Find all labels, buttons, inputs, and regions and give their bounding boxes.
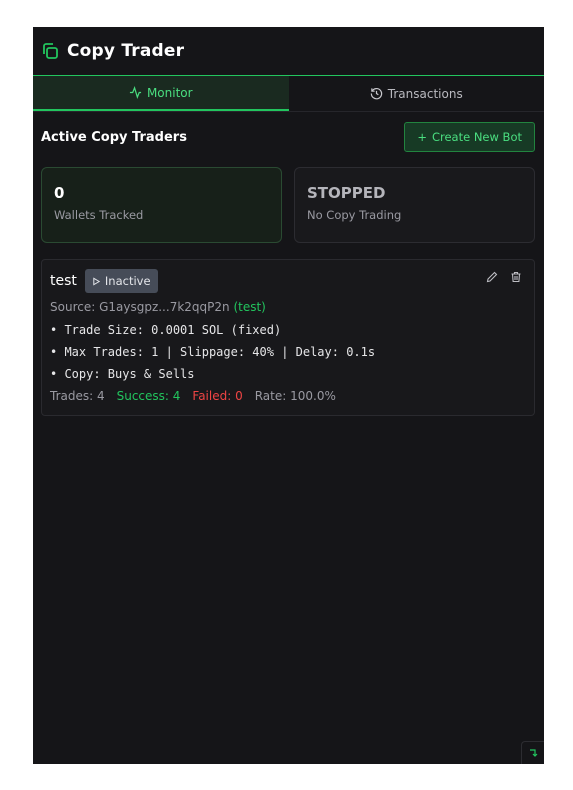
wallets-tracked-value: 0 (54, 184, 65, 202)
bot-name: test (50, 273, 77, 289)
create-new-bot-label: Create New Bot (431, 130, 522, 144)
bot-status-label: Inactive (104, 274, 151, 288)
bot-trades-count: Trades: 4 (50, 389, 105, 403)
bot-card: test Inactive Source: G1aysgpz...7k2qqP2… (41, 259, 535, 416)
bot-success-rate: Rate: 100.0% (254, 389, 336, 403)
bot-copy-mode: • Copy: Buys & Sells (50, 367, 195, 381)
bot-success-count: Success: 4 (116, 389, 181, 403)
tab-monitor-label: Monitor (146, 85, 193, 100)
bot-source-address: Source: G1aysgpz...7k2qqP2n (50, 300, 230, 314)
edit-icon[interactable] (486, 271, 498, 283)
panel-header: Copy Trader (33, 27, 544, 76)
wallets-tracked-card: 0 Wallets Tracked (41, 167, 282, 243)
activity-icon (129, 86, 142, 99)
app-title: Copy Trader (67, 41, 185, 61)
tab-transactions-label: Transactions (387, 86, 463, 101)
trash-icon[interactable] (510, 271, 522, 283)
bot-actions (486, 271, 522, 283)
stats-row: 0 Wallets Tracked STOPPED No Copy Tradin… (33, 154, 544, 243)
bot-source: Source: G1aysgpz...7k2qqP2n (test) (50, 300, 526, 314)
corner-action-button[interactable] (521, 741, 544, 764)
bot-header: test Inactive (50, 268, 526, 294)
plus-icon: + (417, 130, 427, 144)
bot-stats: Trades: 4 Success: 4 Failed: 0 Rate: 100… (50, 389, 526, 403)
bot-source-tag: (test) (233, 300, 266, 314)
bot-status-toggle[interactable]: Inactive (84, 269, 158, 293)
bot-trade-size: • Trade Size: 0.0001 SOL (fixed) (50, 323, 282, 337)
section-header: Active Copy Traders + Create New Bot (33, 112, 544, 154)
corner-arrow-icon (528, 748, 538, 758)
copy-icon (41, 42, 59, 60)
trading-status-card: STOPPED No Copy Trading (294, 167, 535, 243)
bot-trade-limits: • Max Trades: 1 | Slippage: 40% | Delay:… (50, 345, 376, 359)
trading-status-label: No Copy Trading (307, 208, 402, 222)
copy-trader-panel: Copy Trader Monitor Transactions Active … (33, 27, 544, 764)
section-title: Active Copy Traders (41, 129, 187, 145)
tab-transactions[interactable]: Transactions (289, 76, 545, 111)
tab-bar: Monitor Transactions (33, 76, 544, 112)
play-icon (92, 276, 101, 286)
history-icon (370, 87, 383, 100)
tab-monitor[interactable]: Monitor (33, 76, 289, 111)
wallets-tracked-label: Wallets Tracked (54, 208, 144, 222)
trading-status-value: STOPPED (307, 184, 386, 202)
create-new-bot-button[interactable]: + Create New Bot (404, 122, 535, 152)
bot-failed-count: Failed: 0 (192, 389, 243, 403)
